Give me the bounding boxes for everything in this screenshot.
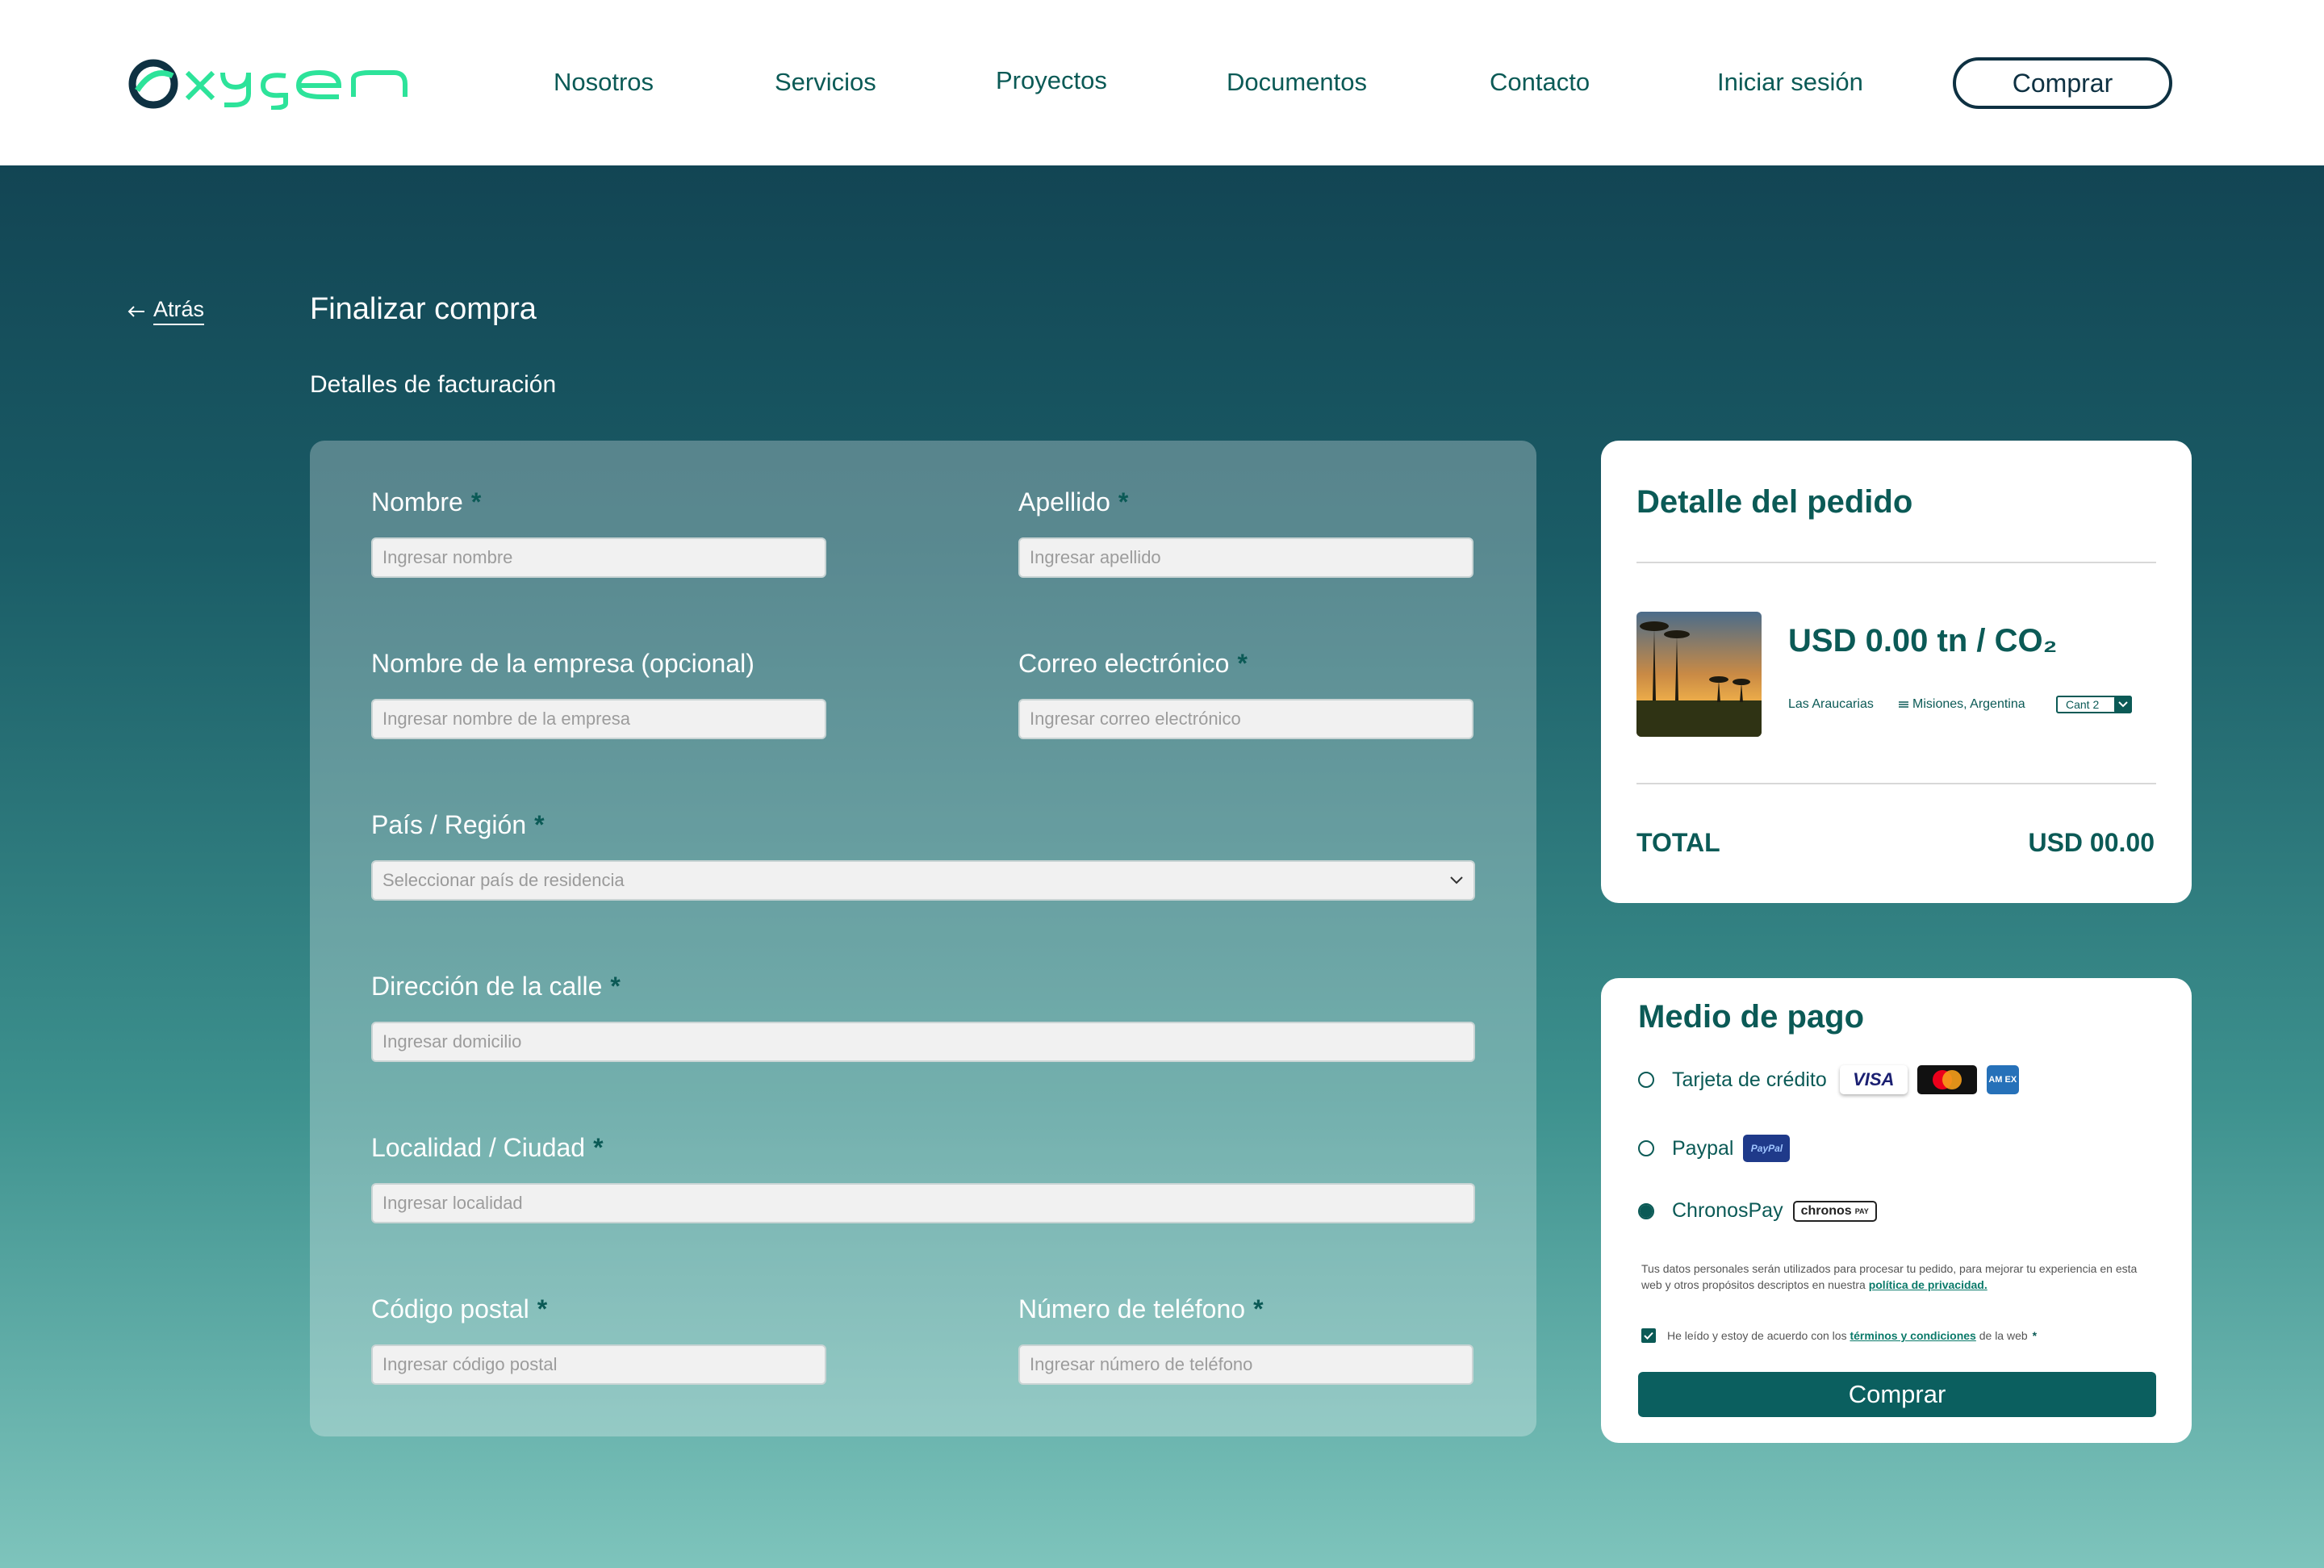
postal-label: Código postal * (371, 1294, 548, 1323)
chronospay-icon: chronos PAY (1792, 1200, 1877, 1222)
payment-card: Medio de pago Tarjeta de crédito VISA AM… (1601, 978, 2192, 1443)
total-value: USD 00.00 (2028, 828, 2155, 857)
paypal-label: Paypal (1672, 1136, 1734, 1160)
back-label: Atrás (153, 297, 205, 325)
mastercard-icon (1916, 1065, 1977, 1094)
back-link[interactable]: Atrás (127, 297, 205, 325)
empresa-label: Nombre de la empresa (opcional) (371, 649, 754, 678)
localidad-label: Localidad / Ciudad * (371, 1133, 604, 1162)
correo-input[interactable] (1018, 699, 1473, 739)
terms-checkbox[interactable] (1641, 1328, 1656, 1343)
pais-select[interactable]: Seleccionar país de residencia (371, 860, 1475, 901)
payment-option-credit-card[interactable]: Tarjeta de crédito VISA AM EX (1638, 1065, 2019, 1094)
terms-text-before: He leído y estoy de acuerdo con los (1667, 1329, 1847, 1342)
direccion-label: Dirección de la calle * (371, 972, 621, 1001)
radio-selected-dot (1640, 1204, 1653, 1218)
nav-iniciar-sesion[interactable]: Iniciar sesión (1717, 68, 1863, 97)
project-location: Misiones, Argentina (1898, 697, 2025, 712)
apellido-input[interactable] (1018, 537, 1473, 578)
order-price: USD 0.00 tn / CO₂ (1788, 623, 2058, 659)
chronospay-label: ChronosPay (1672, 1199, 1783, 1222)
terms-required-mark: * (2032, 1329, 2038, 1342)
postal-input[interactable] (371, 1344, 826, 1385)
credit-card-label: Tarjeta de crédito (1672, 1068, 1827, 1091)
quantity-select[interactable]: Cant 2 (2056, 696, 2132, 713)
telefono-label: Número de teléfono * (1018, 1294, 1264, 1323)
billing-form: Nombre* Apellido* Nombre de la empresa (… (310, 441, 1536, 1436)
privacy-notice: Tus datos personales serán utilizados pa… (1641, 1262, 2138, 1291)
product-image (1636, 612, 1762, 737)
pais-select-value: Seleccionar país de residencia (382, 870, 625, 890)
billing-section-title: Detalles de facturación (310, 371, 557, 398)
nav-servicios[interactable]: Servicios (775, 68, 876, 97)
total-label: TOTAL (1636, 828, 1720, 857)
empresa-input[interactable] (371, 699, 826, 739)
chevron-down-icon (2114, 696, 2132, 713)
divider (1636, 562, 2156, 563)
arrow-left-icon (127, 305, 144, 317)
paypal-icon: PayPal (1743, 1135, 1791, 1162)
payment-title: Medio de pago (1638, 999, 1864, 1035)
project-name: Las Araucarias (1788, 697, 1874, 711)
pais-label: País / Región * (371, 810, 545, 839)
nav-proyectos[interactable]: Proyectos (996, 66, 1107, 95)
header-buy-button[interactable]: Comprar (1953, 57, 2172, 109)
privacy-policy-link[interactable]: política de privacidad. (1869, 1278, 1988, 1291)
order-summary-card: Detalle del pedido USD 0.00 tn / CO₂ Las… (1601, 441, 2192, 903)
radio-paypal[interactable] (1638, 1140, 1654, 1156)
direccion-input[interactable] (371, 1022, 1475, 1062)
visa-icon: VISA (1839, 1065, 1908, 1094)
localidad-input[interactable] (371, 1183, 1475, 1223)
terms-text-after: de la web (1979, 1329, 2028, 1342)
radio-chronospay[interactable] (1638, 1202, 1654, 1219)
nombre-label: Nombre * (371, 487, 482, 516)
apellido-label: Apellido * (1018, 487, 1129, 516)
chevron-down-icon (1450, 876, 1463, 884)
divider (1636, 783, 2156, 784)
top-navbar: Nosotros Servicios Proyectos Documentos … (0, 0, 2324, 165)
nombre-input[interactable] (371, 537, 826, 578)
radio-credit-card[interactable] (1638, 1072, 1654, 1088)
terms-link[interactable]: términos y condiciones (1850, 1329, 1975, 1342)
check-icon (1644, 1332, 1653, 1340)
nav-contacto[interactable]: Contacto (1490, 68, 1590, 97)
payment-option-paypal[interactable]: Paypal PayPal (1638, 1135, 1791, 1162)
correo-label: Correo electrónico * (1018, 649, 1248, 678)
payment-option-chronospay[interactable]: ChronosPay chronos PAY (1638, 1199, 1877, 1223)
oxygen-logo[interactable] (127, 58, 450, 110)
nav-documentos[interactable]: Documentos (1227, 68, 1367, 97)
page-title: Finalizar compra (310, 292, 537, 326)
checkout-buy-button[interactable]: Comprar (1638, 1372, 2156, 1417)
quantity-value: Cant 2 (2066, 698, 2100, 711)
telefono-input[interactable] (1018, 1344, 1473, 1385)
terms-row: He leído y estoy de acuerdo con los térm… (1641, 1328, 2037, 1343)
nav-nosotros[interactable]: Nosotros (554, 68, 654, 97)
amex-icon: AM EX (1986, 1065, 2019, 1094)
location-icon (1899, 701, 1908, 708)
order-title: Detalle del pedido (1636, 484, 1913, 520)
